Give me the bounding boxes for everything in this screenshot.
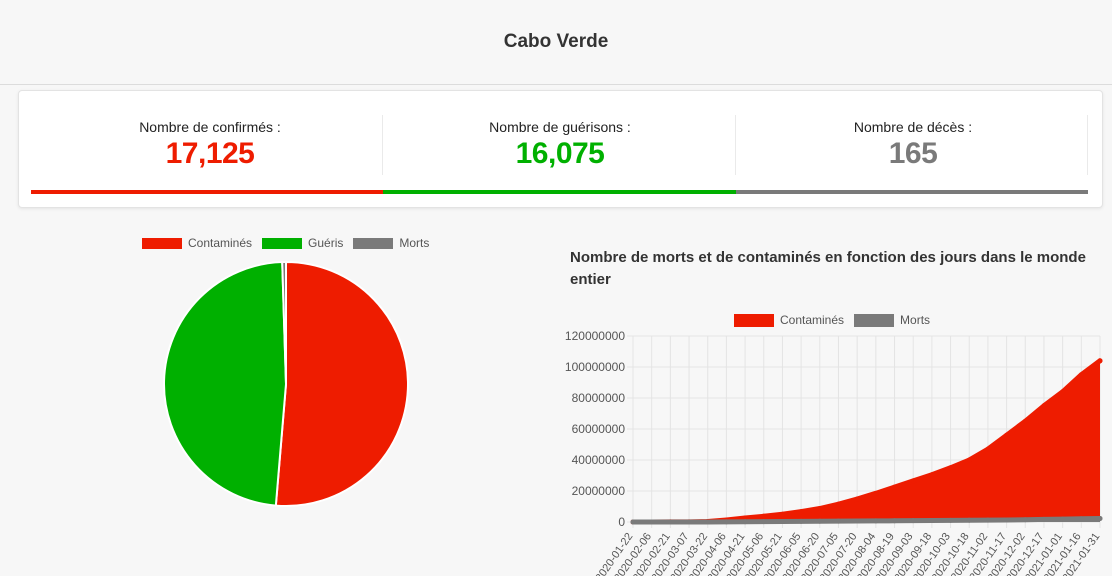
data-point[interactable] [985,446,991,452]
y-tick-label: 40000000 [572,453,626,467]
data-point[interactable] [705,519,711,525]
data-point[interactable] [910,478,916,484]
data-point[interactable] [929,472,935,478]
data-point[interactable] [630,519,636,525]
data-point[interactable] [892,518,898,524]
data-point[interactable] [817,506,823,512]
data-point[interactable] [761,519,767,525]
stat-confirmed: Nombre de confirmés : 17,125 [34,115,386,175]
data-point[interactable] [723,519,729,525]
data-point[interactable] [948,517,954,523]
data-point[interactable] [817,518,823,524]
legend-swatch [353,237,394,249]
data-point[interactable] [1078,516,1084,522]
y-tick-label: 60000000 [572,422,626,436]
stat-deaths-label: Nombre de décès : [853,119,973,135]
divider [382,115,383,175]
data-point[interactable] [854,518,860,524]
data-point[interactable] [966,517,972,523]
stat-deaths-value: 165 [888,137,938,170]
data-point[interactable] [873,490,879,496]
stat-recovered-value: 16,075 [515,137,605,170]
data-point[interactable] [1004,517,1010,523]
data-point[interactable] [892,484,898,490]
data-point[interactable] [1097,515,1103,521]
data-point[interactable] [1060,389,1066,395]
data-point[interactable] [1022,517,1028,523]
data-point[interactable] [929,518,935,524]
deaths-bar [736,190,1088,194]
y-tick-label: 80000000 [572,391,626,405]
y-tick-label: 120000000 [565,329,625,343]
confirmed-bar [31,190,383,194]
series-line-1 [630,515,1103,525]
data-point[interactable] [966,457,972,463]
stat-confirmed-value: 17,125 [165,137,255,170]
divider [735,115,736,175]
data-point[interactable] [761,513,767,519]
area-chart: Nombre de morts et de contaminés en fonc… [560,245,1112,576]
data-point[interactable] [873,518,879,524]
data-point[interactable] [835,501,841,507]
data-point[interactable] [1022,418,1028,424]
data-point[interactable] [779,511,785,517]
legend-item-contamines[interactable]: Contaminés [142,236,252,250]
y-tick-label: 0 [618,515,625,529]
data-point[interactable] [910,518,916,524]
data-point[interactable] [1060,516,1066,522]
data-point[interactable] [1004,432,1010,438]
stat-confirmed-label: Nombre de confirmés : [139,119,281,135]
data-point[interactable] [948,465,954,471]
legend-item-morts[interactable]: Morts [353,236,429,250]
stats-card: Nombre de confirmés : 17,125 Nombre de g… [18,90,1103,208]
data-point[interactable] [667,519,673,525]
legend-label: Guéris [308,236,344,250]
data-point[interactable] [1078,372,1084,378]
data-point[interactable] [686,519,692,525]
data-point[interactable] [1097,358,1103,364]
data-point[interactable] [798,509,804,515]
page-title: Cabo Verde [503,31,609,52]
data-point[interactable] [1041,403,1047,409]
data-point[interactable] [798,518,804,524]
data-point[interactable] [985,517,991,523]
pie-slice-1[interactable] [163,261,288,507]
pie-svg [163,260,409,507]
data-point[interactable] [854,496,860,502]
area-svg: 120000000 100000000 80000000 60000000 400000… [565,329,1103,576]
data-point[interactable] [1041,516,1047,522]
divider [1087,115,1088,175]
stat-recovered: Nombre de guérisons : 16,075 [384,115,736,175]
y-tick-label: 100000000 [565,360,625,374]
data-point[interactable] [742,519,748,525]
stat-deaths: Nombre de décès : 165 [737,115,1089,175]
pie-legend: Contaminés Guéris Morts [142,236,439,250]
legend-swatch [262,237,303,249]
data-point[interactable] [835,518,841,524]
data-point[interactable] [779,518,785,524]
pie-slice-0[interactable] [274,260,409,507]
top-bar: Cabo Verde [0,0,1112,85]
data-point[interactable] [649,519,655,525]
recovered-bar [383,190,736,194]
legend-item-gueris[interactable]: Guéris [262,236,343,250]
stat-recovered-label: Nombre de guérisons : [489,119,631,135]
pie-chart: Contaminés Guéris Morts [120,226,460,526]
legend-label: Contaminés [188,236,253,250]
y-tick-label: 20000000 [572,484,626,498]
legend-label: Morts [399,236,430,250]
legend-swatch [142,237,182,249]
